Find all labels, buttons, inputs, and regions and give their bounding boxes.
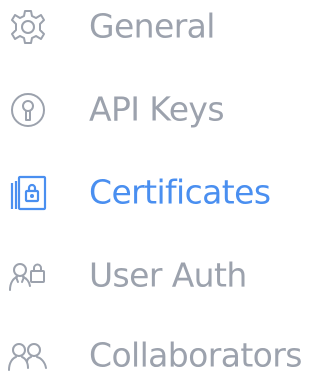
menu-item-collaborators[interactable]: Collaborators bbox=[0, 326, 324, 379]
gear-icon bbox=[6, 5, 50, 49]
menu-item-label: General bbox=[89, 6, 215, 46]
menu-item-label: Collaborators bbox=[89, 335, 302, 375]
menu-item-general[interactable]: General bbox=[0, 0, 324, 57]
collaborators-icon bbox=[6, 334, 50, 378]
menu-item-label: User Auth bbox=[89, 255, 247, 295]
settings-menu: General API Keys Certificates User Auth … bbox=[0, 0, 324, 379]
key-icon bbox=[6, 88, 50, 132]
menu-item-label: API Keys bbox=[89, 89, 225, 129]
menu-item-label: Certificates bbox=[89, 172, 271, 212]
menu-item-certificates[interactable]: Certificates bbox=[0, 163, 324, 223]
user-lock-icon bbox=[6, 254, 50, 298]
certificate-lock-icon bbox=[6, 171, 50, 215]
menu-item-user-auth[interactable]: User Auth bbox=[0, 246, 324, 306]
menu-item-api-keys[interactable]: API Keys bbox=[0, 80, 324, 140]
